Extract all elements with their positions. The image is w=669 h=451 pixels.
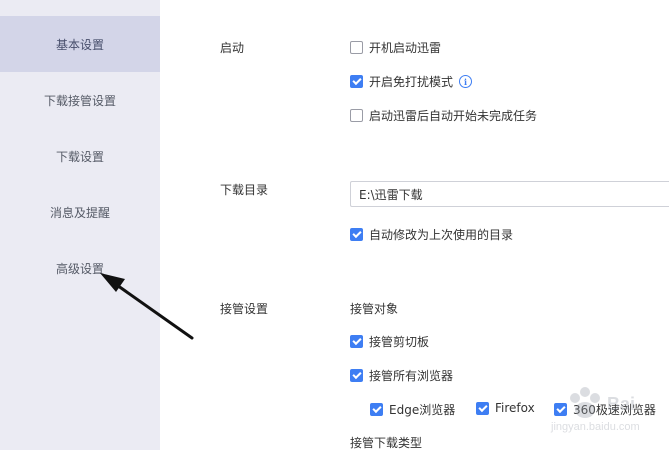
svg-text:Bai: Bai <box>607 394 635 414</box>
svg-text:jingyan.baidu.com: jingyan.baidu.com <box>550 421 640 433</box>
watermark-logo-icon: Bai jingyan.baidu.com <box>550 387 640 433</box>
